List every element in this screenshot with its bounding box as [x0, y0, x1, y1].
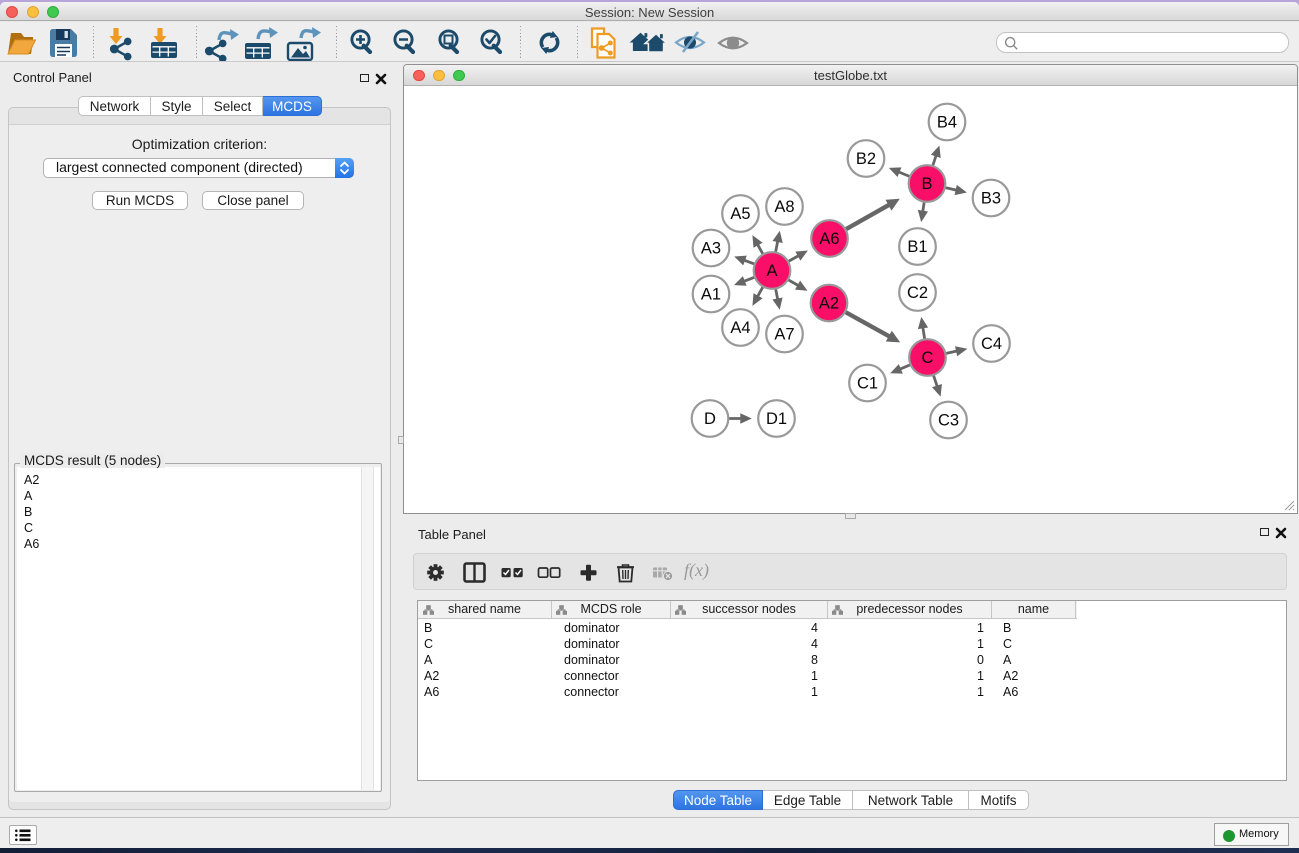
svg-text:A5: A5 — [730, 205, 750, 223]
svg-text:A3: A3 — [701, 240, 721, 258]
svg-text:A4: A4 — [730, 319, 750, 337]
svg-text:B2: B2 — [856, 150, 876, 168]
svg-text:C3: C3 — [938, 412, 959, 430]
svg-text:B4: B4 — [937, 114, 957, 132]
svg-text:C4: C4 — [981, 335, 1002, 353]
svg-text:A6: A6 — [819, 230, 839, 248]
svg-text:C2: C2 — [907, 284, 928, 302]
svg-text:C1: C1 — [857, 375, 878, 393]
svg-text:A7: A7 — [774, 326, 794, 344]
svg-text:C: C — [922, 349, 934, 367]
svg-text:A2: A2 — [819, 295, 839, 313]
svg-text:B1: B1 — [907, 238, 927, 256]
svg-text:D1: D1 — [766, 410, 787, 428]
svg-text:B: B — [921, 175, 932, 193]
svg-text:D: D — [704, 410, 716, 428]
svg-text:B3: B3 — [981, 190, 1001, 208]
svg-text:A8: A8 — [774, 198, 794, 216]
svg-text:A: A — [766, 262, 777, 280]
svg-text:A1: A1 — [701, 286, 721, 304]
